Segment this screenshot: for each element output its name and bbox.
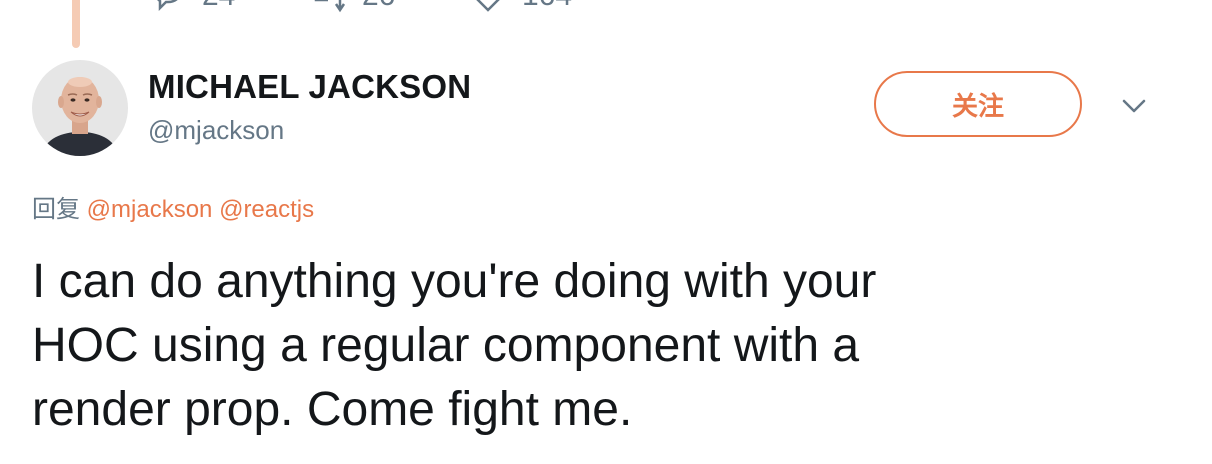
reply-prefix: 回复 — [32, 196, 80, 223]
more-menu-button[interactable] — [1118, 92, 1150, 120]
previous-tweet-actions: 24 26 164 — [150, 0, 610, 14]
retweet-count: 26 — [362, 0, 395, 14]
tweet-text-line: render prop. Come fight me. — [32, 383, 633, 436]
thread-connector-line — [72, 0, 80, 48]
retweet-icon — [314, 0, 346, 13]
follow-button[interactable]: 关注 — [874, 71, 1082, 137]
tweet-text-line: HOC using a regular component with a — [32, 319, 860, 372]
tweet-text: I can do anything you're doing with your… — [32, 250, 1172, 442]
mention-link[interactable]: @mjackson — [87, 196, 213, 223]
reply-icon — [157, 0, 178, 12]
tweet-text-line: I can do anything you're doing with your — [32, 255, 877, 308]
like-action[interactable]: 164 — [470, 0, 572, 14]
reply-action[interactable]: 24 — [150, 0, 235, 14]
heart-icon — [476, 0, 500, 12]
author-name[interactable]: MICHAEL JACKSON — [148, 68, 471, 106]
profile-photo-icon — [32, 60, 128, 156]
like-count: 164 — [522, 0, 572, 14]
retweet-action[interactable]: 26 — [310, 0, 395, 14]
author-handle[interactable]: @mjackson — [148, 114, 284, 146]
chevron-down-icon — [1122, 99, 1146, 113]
avatar[interactable] — [32, 60, 128, 156]
mention-link[interactable]: @reactjs — [219, 196, 314, 223]
reply-context: 回复 @mjackson @reactjs — [32, 195, 314, 225]
reply-count: 24 — [202, 0, 235, 14]
